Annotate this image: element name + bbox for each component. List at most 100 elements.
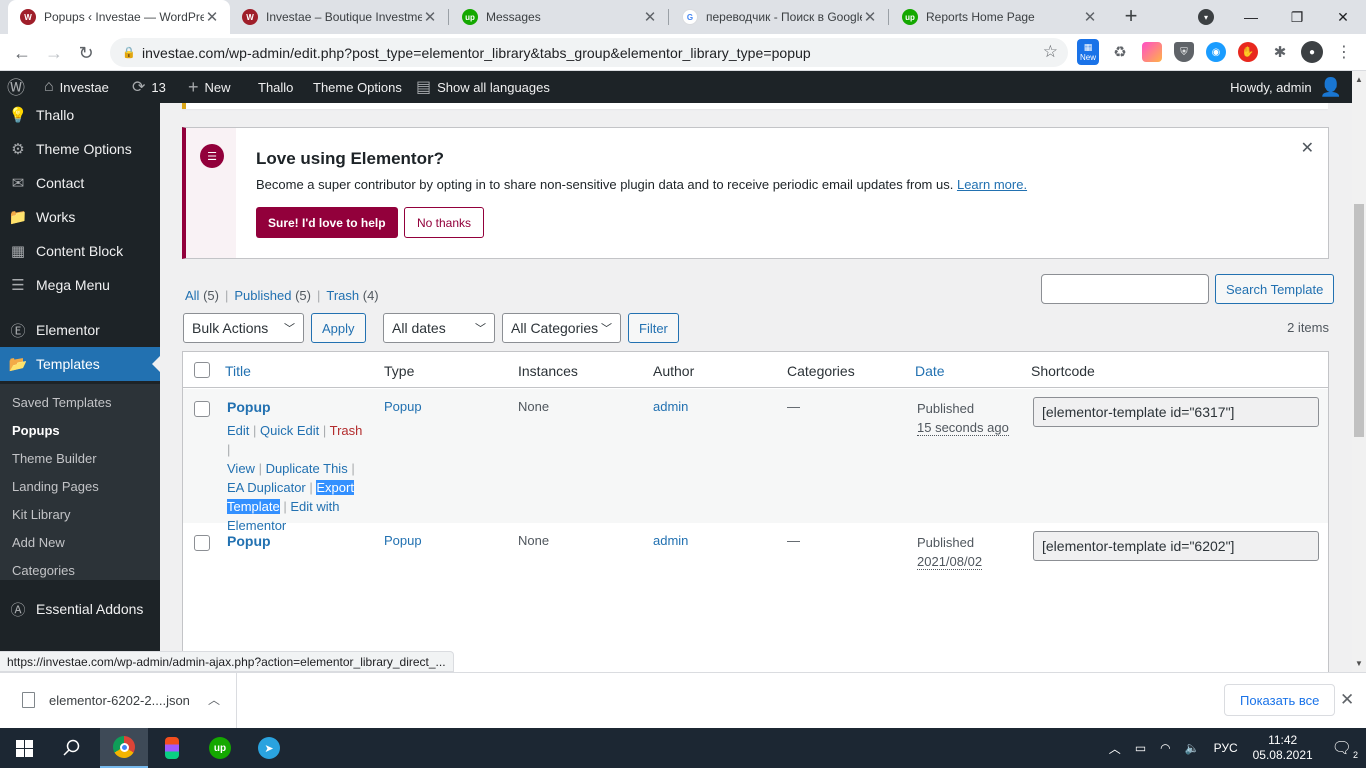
back-arrow-icon[interactable]: ←: [8, 39, 36, 67]
view-link[interactable]: View: [227, 461, 255, 476]
reload-icon[interactable]: ↻: [72, 39, 100, 67]
clock[interactable]: 11:42 05.08.2021: [1253, 733, 1313, 763]
export-template-link[interactable]: Export: [316, 480, 354, 495]
menu-elementor[interactable]: Ⓔ Elementor: [0, 313, 160, 347]
lock-icon[interactable]: 🔒: [116, 46, 142, 59]
column-date[interactable]: Date: [915, 363, 945, 379]
menu-thallo[interactable]: 💡 Thallo: [0, 103, 160, 132]
row-checkbox[interactable]: [194, 401, 210, 417]
hand-extension-icon[interactable]: ✋: [1238, 42, 1258, 62]
optin-no-button[interactable]: No thanks: [404, 207, 485, 238]
page-scrollbar[interactable]: ▲ ▼: [1352, 71, 1366, 672]
close-icon[interactable]: ✕: [862, 8, 878, 26]
minimize-icon[interactable]: —: [1228, 0, 1274, 34]
trash-link[interactable]: Trash: [330, 423, 363, 438]
submenu-theme-builder[interactable]: Theme Builder: [12, 451, 97, 466]
battery-icon[interactable]: ▭: [1135, 741, 1146, 755]
tab-search-icon[interactable]: ▾: [1198, 9, 1214, 25]
chevron-up-icon[interactable]: ︿: [1109, 740, 1121, 757]
scrollbar-thumb[interactable]: [1354, 204, 1364, 437]
submenu-saved-templates[interactable]: Saved Templates: [12, 395, 112, 410]
language-indicator[interactable]: РУС: [1214, 741, 1238, 755]
languages-link[interactable]: ▤ Show all languages: [416, 71, 550, 103]
submenu-categories[interactable]: Categories: [12, 563, 75, 578]
scroll-down-icon[interactable]: ▼: [1355, 659, 1363, 668]
scroll-up-icon[interactable]: ▲: [1355, 75, 1363, 84]
filter-button[interactable]: Filter: [628, 313, 679, 343]
categories-select[interactable]: All Categories ﹀: [502, 313, 621, 343]
close-icon[interactable]: ✕: [422, 8, 438, 26]
row-author-link[interactable]: admin: [653, 533, 688, 548]
new-content-link[interactable]: + New: [188, 71, 231, 103]
column-title[interactable]: Title: [225, 363, 251, 379]
search-template-button[interactable]: Search Template: [1215, 274, 1335, 304]
view-published-link[interactable]: Published: [234, 288, 291, 303]
row-type-link[interactable]: Popup: [384, 399, 422, 414]
wifi-icon[interactable]: ◠: [1160, 741, 1170, 755]
bookmark-star-icon[interactable]: ☆: [1043, 42, 1058, 62]
tab-reports[interactable]: up Reports Home Page ✕: [890, 0, 1108, 34]
edit-with-elementor-link[interactable]: Edit with: [290, 499, 339, 514]
site-name-link[interactable]: ⌂ Investae: [44, 71, 109, 103]
menu-mega-menu[interactable]: ☰ Mega Menu: [0, 268, 160, 302]
close-window-icon[interactable]: ✕: [1320, 0, 1366, 34]
submenu-kit-library[interactable]: Kit Library: [12, 507, 71, 522]
close-icon[interactable]: ✕: [204, 8, 220, 26]
row-checkbox[interactable]: [194, 535, 210, 551]
menu-works[interactable]: 📁 Works: [0, 200, 160, 234]
menu-templates[interactable]: 📂 Templates: [0, 347, 160, 381]
submenu-add-new[interactable]: Add New: [12, 535, 65, 550]
close-icon[interactable]: ✕: [642, 8, 658, 26]
optin-yes-button[interactable]: Sure! I'd love to help: [256, 207, 398, 238]
search-icon[interactable]: [48, 728, 96, 768]
menu-theme-options[interactable]: ⚙ Theme Options: [0, 132, 160, 166]
show-all-button[interactable]: Показать все: [1224, 684, 1336, 716]
dates-select[interactable]: All dates ﹀: [383, 313, 495, 343]
menu-contact[interactable]: ✉ Contact: [0, 166, 160, 200]
thallo-link[interactable]: Thallo: [258, 71, 293, 103]
close-icon[interactable]: ✕: [1082, 8, 1098, 26]
row-type-link[interactable]: Popup: [384, 533, 422, 548]
row-author-link[interactable]: admin: [653, 399, 688, 414]
export-template-link-cont[interactable]: Template: [227, 499, 280, 514]
notifications-icon[interactable]: 🗨 2: [1332, 738, 1358, 760]
edit-link[interactable]: Edit: [227, 423, 249, 438]
row-title-link[interactable]: Popup: [227, 533, 271, 549]
menu-essential-addons[interactable]: Ⓐ Essential Addons: [0, 592, 160, 626]
volume-icon[interactable]: 🔈: [1185, 741, 1200, 755]
recycle-icon[interactable]: ♻: [1110, 42, 1130, 62]
select-all-checkbox[interactable]: [194, 362, 210, 378]
wp-logo[interactable]: Ⓦ: [7, 71, 25, 103]
close-icon[interactable]: ✕: [1340, 690, 1354, 710]
view-trash-link[interactable]: Trash: [326, 288, 359, 303]
windows-start-icon[interactable]: [0, 728, 48, 768]
figma-taskbar-icon[interactable]: [148, 728, 196, 768]
submenu-popups[interactable]: Popups: [12, 423, 60, 438]
extension-gradient-icon[interactable]: [1142, 42, 1162, 62]
address-bar[interactable]: 🔒 investae.com/wp-admin/edit.php?post_ty…: [110, 38, 1068, 67]
url-text[interactable]: investae.com/wp-admin/edit.php?post_type…: [142, 45, 811, 61]
apply-button[interactable]: Apply: [311, 313, 366, 343]
quick-edit-link[interactable]: Quick Edit: [260, 423, 319, 438]
submenu-landing-pages[interactable]: Landing Pages: [12, 479, 99, 494]
search-input[interactable]: [1041, 274, 1209, 304]
chevron-up-icon[interactable]: ︿: [208, 691, 220, 708]
tab-investae[interactable]: W Investae – Boutique Investment ✕: [230, 0, 448, 34]
my-account-link[interactable]: Howdy, admin 👤: [1230, 71, 1342, 103]
tab-google[interactable]: G переводчик - Поиск в Google ✕: [670, 0, 888, 34]
tab-messages[interactable]: up Messages ✕: [450, 0, 668, 34]
view-all-link[interactable]: All: [185, 288, 199, 303]
tab-popups[interactable]: W Popups ‹ Investae — WordPress ✕: [8, 0, 230, 34]
download-filename[interactable]: elementor-6202-2....json: [49, 693, 190, 708]
row-title-link[interactable]: Popup: [227, 399, 271, 415]
telegram-taskbar-icon[interactable]: ➤: [245, 728, 293, 768]
profile-avatar[interactable]: ●: [1301, 41, 1323, 63]
forward-arrow-icon[interactable]: →: [40, 39, 68, 67]
bulk-actions-select[interactable]: Bulk Actions ﹀: [183, 313, 304, 343]
updates-link[interactable]: ⟳ 13: [132, 71, 166, 103]
extension-new-icon[interactable]: ▦ New: [1077, 39, 1099, 65]
upwork-taskbar-icon[interactable]: up: [196, 728, 244, 768]
eye-extension-icon[interactable]: ◉: [1206, 42, 1226, 62]
puzzle-icon[interactable]: ✱: [1270, 42, 1290, 62]
shortcode-input[interactable]: [elementor-template id="6317"]: [1033, 397, 1319, 427]
